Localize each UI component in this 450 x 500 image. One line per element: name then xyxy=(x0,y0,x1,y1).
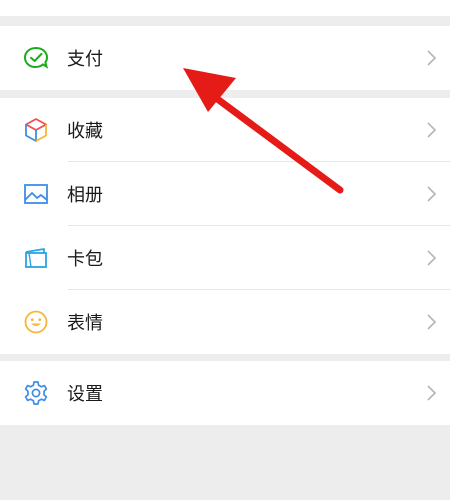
menu-item-favorites[interactable]: 收藏 xyxy=(0,98,450,162)
menu-item-stickers[interactable]: 表情 xyxy=(0,290,450,354)
chevron-right-icon xyxy=(427,314,437,330)
menu-item-cards[interactable]: 卡包 xyxy=(0,226,450,290)
chevron-right-icon xyxy=(427,250,437,266)
sticker-smiley-icon xyxy=(23,309,49,335)
chevron-right-icon xyxy=(427,50,437,66)
card-wallet-icon xyxy=(23,245,49,271)
chevron-right-icon xyxy=(427,385,437,401)
menu-item-album[interactable]: 相册 xyxy=(0,162,450,226)
pay-check-icon xyxy=(23,45,49,71)
menu-item-settings[interactable]: 设置 xyxy=(0,361,450,425)
settings-group: 设置 xyxy=(0,361,450,425)
menu-item-label: 卡包 xyxy=(67,249,103,270)
menu-item-label: 收藏 xyxy=(67,121,103,142)
top-partial-group xyxy=(0,0,450,16)
chevron-right-icon xyxy=(427,186,437,202)
pay-group: 支付 xyxy=(0,26,450,90)
menu-item-label: 设置 xyxy=(67,384,103,405)
menu-item-pay[interactable]: 支付 xyxy=(0,26,450,90)
settings-gear-icon xyxy=(23,380,49,406)
tools-group: 收藏 相册 卡包 表情 xyxy=(0,98,450,354)
menu-item-label: 相册 xyxy=(67,185,103,206)
menu-item-label: 表情 xyxy=(67,313,103,334)
menu-item-label: 支付 xyxy=(67,49,103,70)
favorites-cube-icon xyxy=(23,117,49,143)
chevron-right-icon xyxy=(427,122,437,138)
album-picture-icon xyxy=(23,181,49,207)
